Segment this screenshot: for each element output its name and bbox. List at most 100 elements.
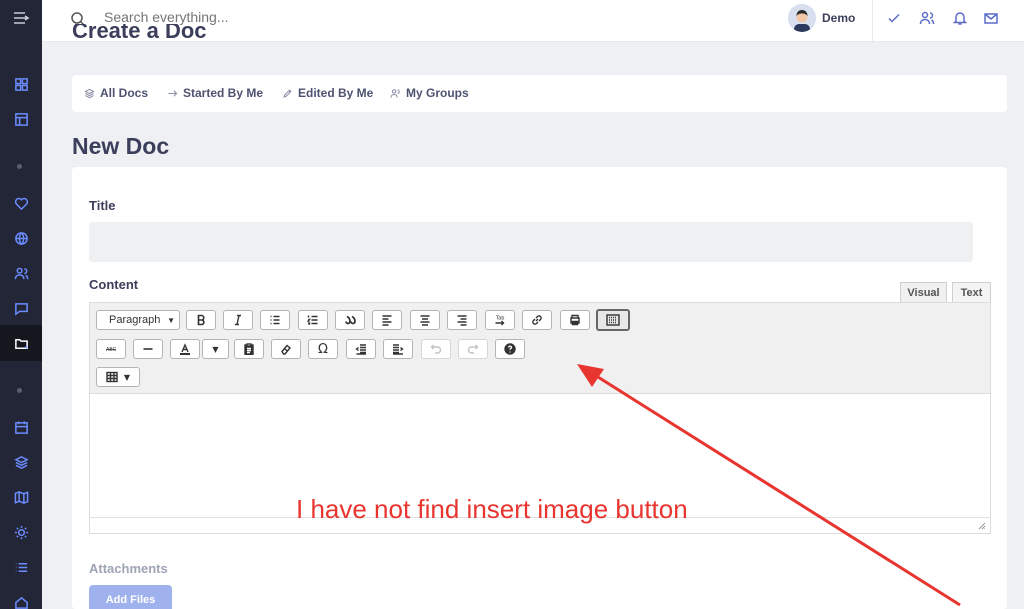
- horizontal-line-button[interactable]: [133, 339, 163, 359]
- special-character-button[interactable]: Ω: [308, 339, 338, 359]
- bullet-list-button[interactable]: [260, 310, 290, 330]
- toolbar-toggle-button[interactable]: [596, 309, 630, 331]
- align-left-icon: [382, 315, 392, 326]
- dashboard-icon[interactable]: [0, 66, 42, 102]
- heart-icon[interactable]: [0, 185, 42, 221]
- svg-text:Tab: Tab: [495, 316, 504, 322]
- globe-icon[interactable]: [0, 220, 42, 256]
- redo-icon: [467, 344, 479, 354]
- text-color-dropdown[interactable]: ▼: [202, 339, 229, 359]
- home-icon[interactable]: [0, 584, 42, 609]
- format-select-value: Paragraph: [109, 314, 161, 326]
- align-center-icon: [420, 315, 430, 326]
- omega-icon: Ω: [318, 341, 328, 357]
- layout-icon[interactable]: [0, 101, 42, 137]
- link-button[interactable]: [522, 310, 552, 330]
- tab-label: My Groups: [406, 86, 469, 100]
- map-icon[interactable]: [0, 479, 42, 515]
- text-color-button[interactable]: [170, 339, 200, 359]
- align-right-button[interactable]: [447, 310, 477, 330]
- tab-label: Started By Me: [183, 86, 264, 100]
- tab-my-groups[interactable]: My Groups: [390, 86, 469, 100]
- horizontal-line-icon: [143, 348, 153, 350]
- clear-formatting-button[interactable]: [271, 339, 301, 359]
- help-icon: [504, 343, 516, 355]
- title-label: Title: [89, 198, 116, 213]
- print-button[interactable]: [560, 310, 590, 330]
- table-button[interactable]: ▼: [96, 367, 140, 387]
- pencil-icon: [283, 88, 292, 98]
- add-files-button[interactable]: Add Files: [89, 585, 172, 609]
- indent-icon: [393, 344, 404, 355]
- tab-text[interactable]: Text: [952, 282, 991, 302]
- page-heading: Create a Doc: [72, 24, 207, 42]
- strikethrough-icon: ABC: [106, 347, 117, 353]
- table-icon: [106, 371, 118, 383]
- divider: [872, 0, 873, 42]
- outdent-icon: [355, 344, 366, 355]
- chevron-down-icon: ▼: [167, 315, 175, 325]
- users-icon: [390, 88, 400, 98]
- annotation-text: I have not find insert image button: [296, 494, 688, 524]
- paste-as-text-button[interactable]: [234, 339, 264, 359]
- clipboard-icon: [244, 343, 254, 355]
- text-color-icon: [180, 343, 190, 355]
- help-button[interactable]: [495, 339, 525, 359]
- docs-tabs-bar: All Docs Started By Me Edited By Me My G…: [72, 75, 1007, 112]
- bell-icon[interactable]: [952, 10, 968, 26]
- docs-folder-icon[interactable]: [0, 325, 42, 361]
- tab-edited-by-me[interactable]: Edited By Me: [282, 86, 373, 100]
- indent-button[interactable]: [383, 339, 413, 359]
- layers-icon[interactable]: [0, 444, 42, 480]
- menu-toggle-icon[interactable]: [0, 0, 42, 36]
- list-icon[interactable]: [0, 549, 42, 585]
- sun-icon[interactable]: [0, 514, 42, 550]
- link-icon: [532, 315, 542, 325]
- format-select[interactable]: Paragraph ▼: [96, 310, 180, 330]
- eraser-icon: [281, 344, 291, 355]
- undo-button[interactable]: [421, 339, 451, 359]
- tab-started-by-me[interactable]: Started By Me: [167, 86, 263, 100]
- tab-all-docs[interactable]: All Docs: [84, 86, 148, 100]
- align-left-button[interactable]: [372, 310, 402, 330]
- sidebar-separator-dot: [17, 164, 22, 169]
- check-icon[interactable]: [886, 10, 902, 26]
- chevron-down-icon: ▼: [212, 344, 219, 354]
- bold-button[interactable]: [186, 310, 216, 330]
- attachments-label: Attachments: [89, 561, 168, 576]
- layers-icon: [84, 88, 95, 98]
- page-title: New Doc: [72, 133, 170, 159]
- outdent-button[interactable]: [346, 339, 376, 359]
- user-name[interactable]: Demo: [822, 11, 855, 25]
- tab-label: Edited By Me: [298, 86, 374, 100]
- blockquote-button[interactable]: [335, 310, 365, 330]
- mail-icon[interactable]: [983, 10, 999, 26]
- sidebar-separator-dot: [17, 388, 22, 393]
- bold-icon: [197, 314, 205, 326]
- users-icon[interactable]: [919, 10, 935, 26]
- resize-handle-icon[interactable]: [978, 522, 986, 530]
- bullet-list-icon: [270, 315, 280, 325]
- italic-button[interactable]: [223, 310, 253, 330]
- avatar[interactable]: [788, 4, 816, 32]
- tab-icon: Tab: [495, 316, 505, 326]
- print-icon: [570, 314, 580, 326]
- align-center-button[interactable]: [410, 310, 440, 330]
- numbered-list-button[interactable]: [298, 310, 328, 330]
- tab-visual[interactable]: Visual: [900, 282, 947, 302]
- tab-label: All Docs: [100, 86, 149, 100]
- users-icon[interactable]: [0, 255, 42, 291]
- numbered-list-icon: [307, 315, 318, 325]
- chevron-down-icon: ▼: [123, 372, 131, 382]
- tab-button[interactable]: Tab: [485, 310, 515, 330]
- blockquote-icon: [345, 315, 356, 325]
- undo-icon: [430, 344, 442, 354]
- editor-toolbar: Paragraph ▼ Tab ABC ▼ Ω ▼: [90, 303, 990, 394]
- strikethrough-button[interactable]: ABC: [96, 339, 126, 359]
- sidebar: [0, 0, 42, 609]
- content-label: Content: [89, 277, 139, 292]
- redo-button[interactable]: [458, 339, 488, 359]
- calendar-icon[interactable]: [0, 409, 42, 445]
- title-input[interactable]: [89, 222, 973, 262]
- chat-icon[interactable]: [0, 290, 42, 326]
